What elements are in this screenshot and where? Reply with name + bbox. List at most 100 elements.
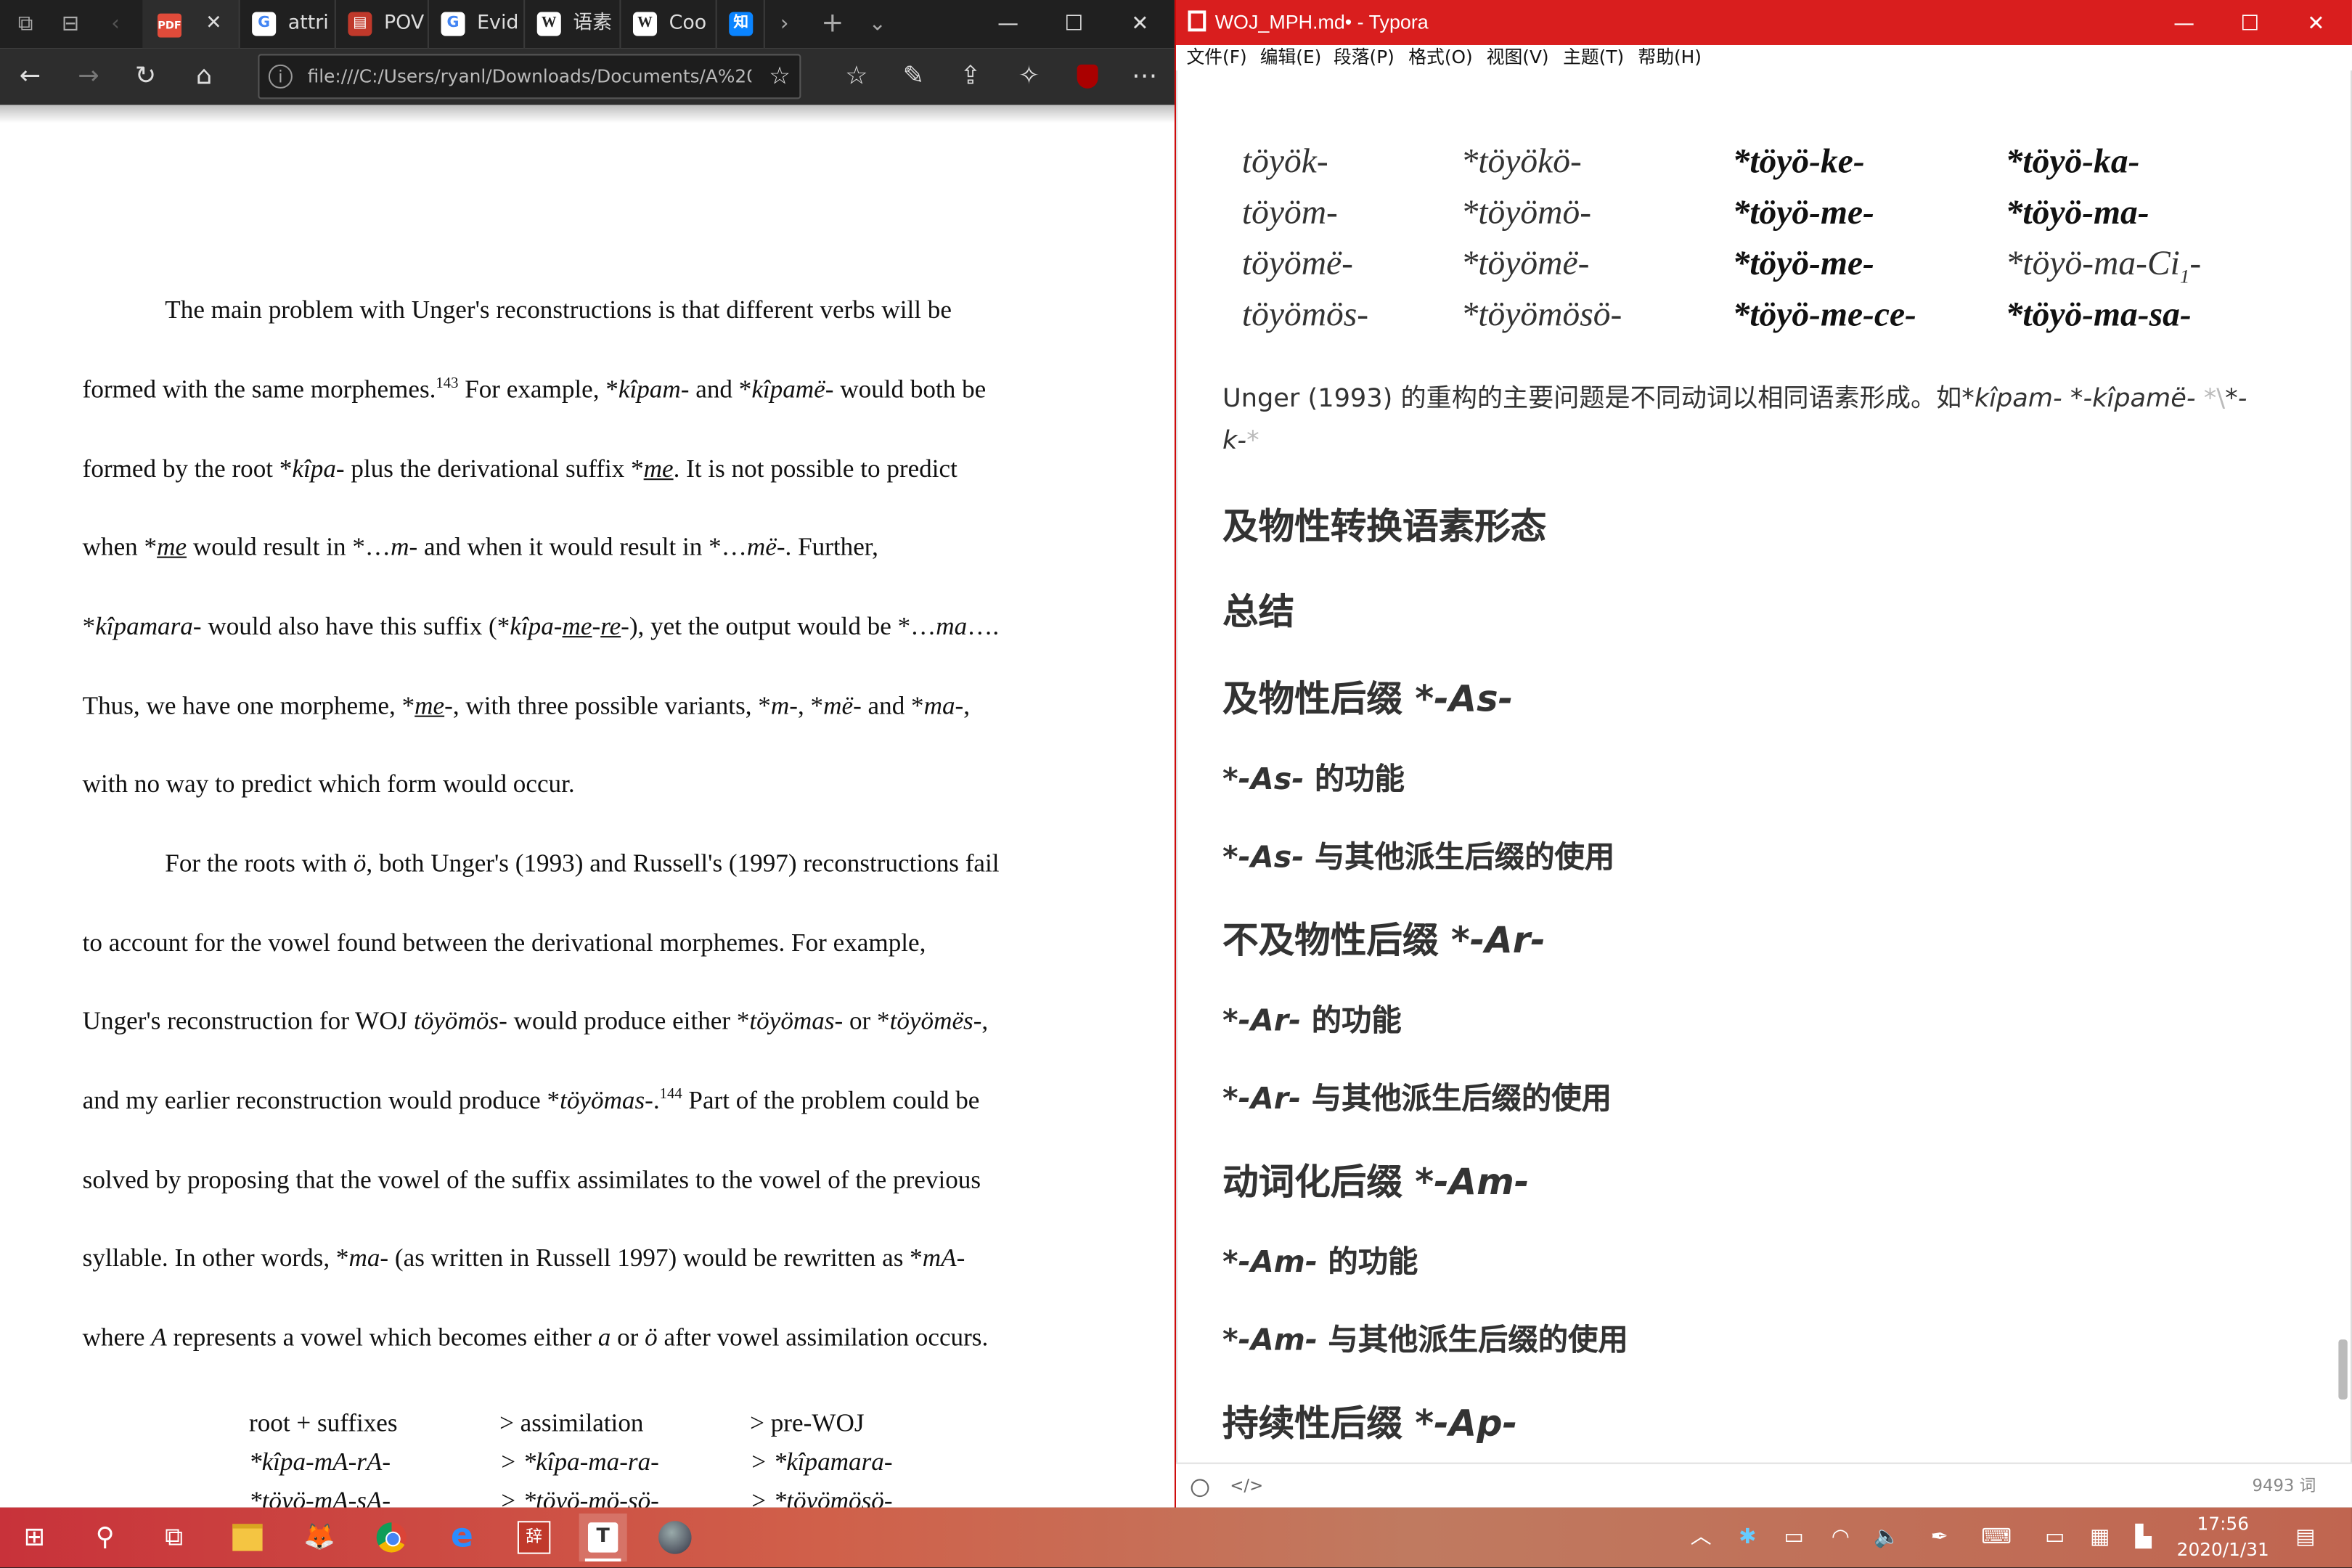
- scroll-tabs-right-icon[interactable]: ›: [762, 0, 807, 48]
- source-code-toggle-icon[interactable]: </>: [1230, 1464, 1263, 1509]
- heading-ar-usage[interactable]: *-Ar- 与其他派生后缀的使用: [1222, 1074, 1612, 1117]
- heading-durative-suffix[interactable]: 持续性后缀 *-Ap-: [1222, 1394, 1517, 1446]
- heading-as-usage[interactable]: *-As- 与其他派生后缀的使用: [1222, 833, 1614, 876]
- site-info-icon[interactable]: i: [268, 64, 293, 89]
- heading-as-function[interactable]: *-As- 的功能: [1222, 754, 1405, 798]
- minimize-icon[interactable]: —: [2151, 0, 2217, 48]
- ublock-shield-icon[interactable]: [1065, 54, 1110, 99]
- new-tab-icon[interactable]: +: [810, 0, 855, 48]
- pdf-page: The main problem with Unger's reconstruc…: [0, 123, 1175, 1508]
- bluetooth-icon[interactable]: ✱: [1728, 1508, 1767, 1568]
- battery-icon[interactable]: ▭: [1774, 1508, 1813, 1568]
- table-cell[interactable]: *töyö-me-: [1733, 245, 1874, 284]
- heading-am-function[interactable]: *-Am- 的功能: [1222, 1238, 1418, 1281]
- back-icon[interactable]: ←: [7, 54, 52, 99]
- heading-am-usage[interactable]: *-Am- 与其他派生后缀的使用: [1222, 1315, 1628, 1359]
- menu-paragraph[interactable]: 段落(P): [1334, 45, 1395, 70]
- heading-summary[interactable]: 总结: [1222, 582, 1294, 634]
- menu-file[interactable]: 文件(F): [1186, 45, 1246, 70]
- menu-help[interactable]: 帮助(H): [1638, 45, 1702, 70]
- tab-preview-icon[interactable]: ⧉: [3, 0, 48, 48]
- pdf-line: solved by proposing that the vowel of th…: [82, 1165, 981, 1194]
- home-icon[interactable]: ⌂: [181, 54, 226, 99]
- pen-workspace-icon[interactable]: ✒: [1920, 1508, 1959, 1568]
- task-view-icon[interactable]: ⧉: [150, 1514, 198, 1561]
- notes-pen-icon[interactable]: ✎: [891, 54, 936, 99]
- table-cell[interactable]: *töyö-ka-: [2006, 142, 2140, 181]
- table-cell[interactable]: *töyömë-: [1461, 245, 1590, 284]
- app-tray-icon[interactable]: ▙: [2124, 1508, 2163, 1568]
- search-icon[interactable]: ⚲: [81, 1514, 129, 1561]
- volume-icon[interactable]: 🔈: [1868, 1508, 1907, 1568]
- input-method-icon[interactable]: ▭: [2035, 1508, 2075, 1568]
- ime-grid-icon[interactable]: ▦: [2081, 1508, 2120, 1568]
- tab-morpheme[interactable]: W 语素: [525, 0, 621, 49]
- refresh-icon[interactable]: ↻: [123, 54, 168, 99]
- heading-intransitive-suffix[interactable]: 不及物性后缀 *-Ar-: [1222, 910, 1545, 963]
- heading-transitivity-morphology[interactable]: 及物性转换语素形态: [1222, 497, 1546, 549]
- heading-transitive-suffix[interactable]: 及物性后缀 *-As-: [1222, 669, 1513, 722]
- set-tabs-aside-icon[interactable]: ⊟: [48, 0, 93, 48]
- favorites-icon[interactable]: ☆: [834, 54, 879, 99]
- dictionary-app-icon[interactable]: 辞: [510, 1514, 558, 1561]
- table-cell[interactable]: töyök-: [1242, 142, 1328, 181]
- file-explorer-icon[interactable]: [224, 1514, 271, 1561]
- tab-label: Evid: [477, 12, 519, 35]
- tab-coo[interactable]: W Coo: [621, 0, 717, 49]
- more-menu-icon[interactable]: ⋯: [1122, 54, 1167, 99]
- table-cell[interactable]: *töyö-ma-sa-: [2006, 295, 2192, 335]
- table-cell[interactable]: *töyö-ma-Ci1-: [2006, 245, 2202, 289]
- menu-format[interactable]: 格式(O): [1408, 45, 1472, 70]
- show-hidden-icons-chevron-icon[interactable]: ︿: [1681, 1508, 1720, 1568]
- outline-toggle-icon[interactable]: [1191, 1479, 1209, 1498]
- extensions-puzzle-icon[interactable]: ✧: [1006, 54, 1051, 99]
- chrome-icon[interactable]: [367, 1514, 415, 1561]
- tab-list-chevron-icon[interactable]: ⌄: [855, 0, 900, 48]
- tab-pdf[interactable]: PDF ✕: [142, 0, 240, 49]
- menu-edit[interactable]: 编辑(E): [1260, 45, 1322, 70]
- table-cell[interactable]: *töyö-ma-: [2006, 194, 2149, 233]
- fox-app-icon[interactable]: 🦊: [295, 1514, 343, 1561]
- table-cell[interactable]: töyöm-: [1242, 194, 1338, 233]
- share-icon[interactable]: ⇪: [948, 54, 993, 99]
- tab-evid[interactable]: G Evid: [429, 0, 526, 49]
- minimize-icon[interactable]: —: [975, 0, 1041, 48]
- table-cell[interactable]: *töyömösö-: [1461, 295, 1622, 335]
- start-windows-icon[interactable]: ⊞: [9, 1514, 60, 1561]
- maximize-icon[interactable]: ☐: [1041, 0, 1107, 48]
- favorite-star-icon[interactable]: ☆: [769, 55, 791, 97]
- wifi-icon[interactable]: ◠: [1821, 1508, 1860, 1568]
- globe-app-icon[interactable]: [651, 1514, 699, 1561]
- scroll-tabs-left-icon[interactable]: ‹: [93, 0, 138, 48]
- table-cell[interactable]: *töyö-ke-: [1733, 142, 1865, 181]
- system-clock[interactable]: 17:56 2020/1/31: [2169, 1512, 2277, 1563]
- action-center-icon[interactable]: ▤: [2286, 1508, 2325, 1568]
- typora-taskbar-icon[interactable]: T: [579, 1513, 627, 1562]
- tab-pov[interactable]: ▤ POV: [336, 0, 429, 49]
- address-bar[interactable]: i file:///C:/Users/ryanl/Downloads/Docum…: [258, 54, 801, 99]
- menu-theme[interactable]: 主题(T): [1563, 45, 1624, 70]
- address-url[interactable]: file:///C:/Users/ryanl/Downloads/Documen…: [308, 55, 752, 97]
- table-cell[interactable]: *töyömö-: [1461, 194, 1592, 233]
- table-cell[interactable]: töyömös-: [1242, 295, 1368, 335]
- close-window-icon[interactable]: ✕: [2283, 0, 2349, 48]
- edge-icon[interactable]: e: [438, 1514, 486, 1561]
- close-tab-icon[interactable]: ✕: [205, 0, 222, 48]
- heading-verbalizer-suffix[interactable]: 动词化后缀 *-Am-: [1222, 1152, 1529, 1204]
- touch-keyboard-icon[interactable]: ⌨: [1977, 1508, 2016, 1568]
- tab-attri[interactable]: G attri: [240, 0, 336, 49]
- table-cell[interactable]: *töyökö-: [1461, 142, 1582, 181]
- table-cell[interactable]: *töyö-me-: [1733, 194, 1874, 233]
- tab-zhihu[interactable]: 知: [717, 0, 765, 49]
- word-count[interactable]: 9493 词: [2253, 1464, 2316, 1509]
- menu-view[interactable]: 视图(V): [1487, 45, 1549, 70]
- forward-icon[interactable]: →: [66, 54, 111, 99]
- heading-ar-function[interactable]: *-Ar- 的功能: [1222, 996, 1402, 1040]
- maximize-icon[interactable]: ☐: [2217, 0, 2283, 48]
- table-cell[interactable]: *töyö-me-ce-: [1733, 295, 1916, 335]
- close-window-icon[interactable]: ✕: [1107, 0, 1173, 48]
- body-paragraph[interactable]: Unger (1993) 的重构的主要问题是不同动词以相同语素形成。如*kîpa…: [1222, 378, 2280, 462]
- editor-body[interactable]: töyök- *töyökö- *töyö-ke- *töyö-ka- töyö…: [1175, 70, 2352, 1463]
- scrollbar-thumb[interactable]: [2338, 1339, 2348, 1400]
- table-cell[interactable]: töyömë-: [1242, 245, 1353, 284]
